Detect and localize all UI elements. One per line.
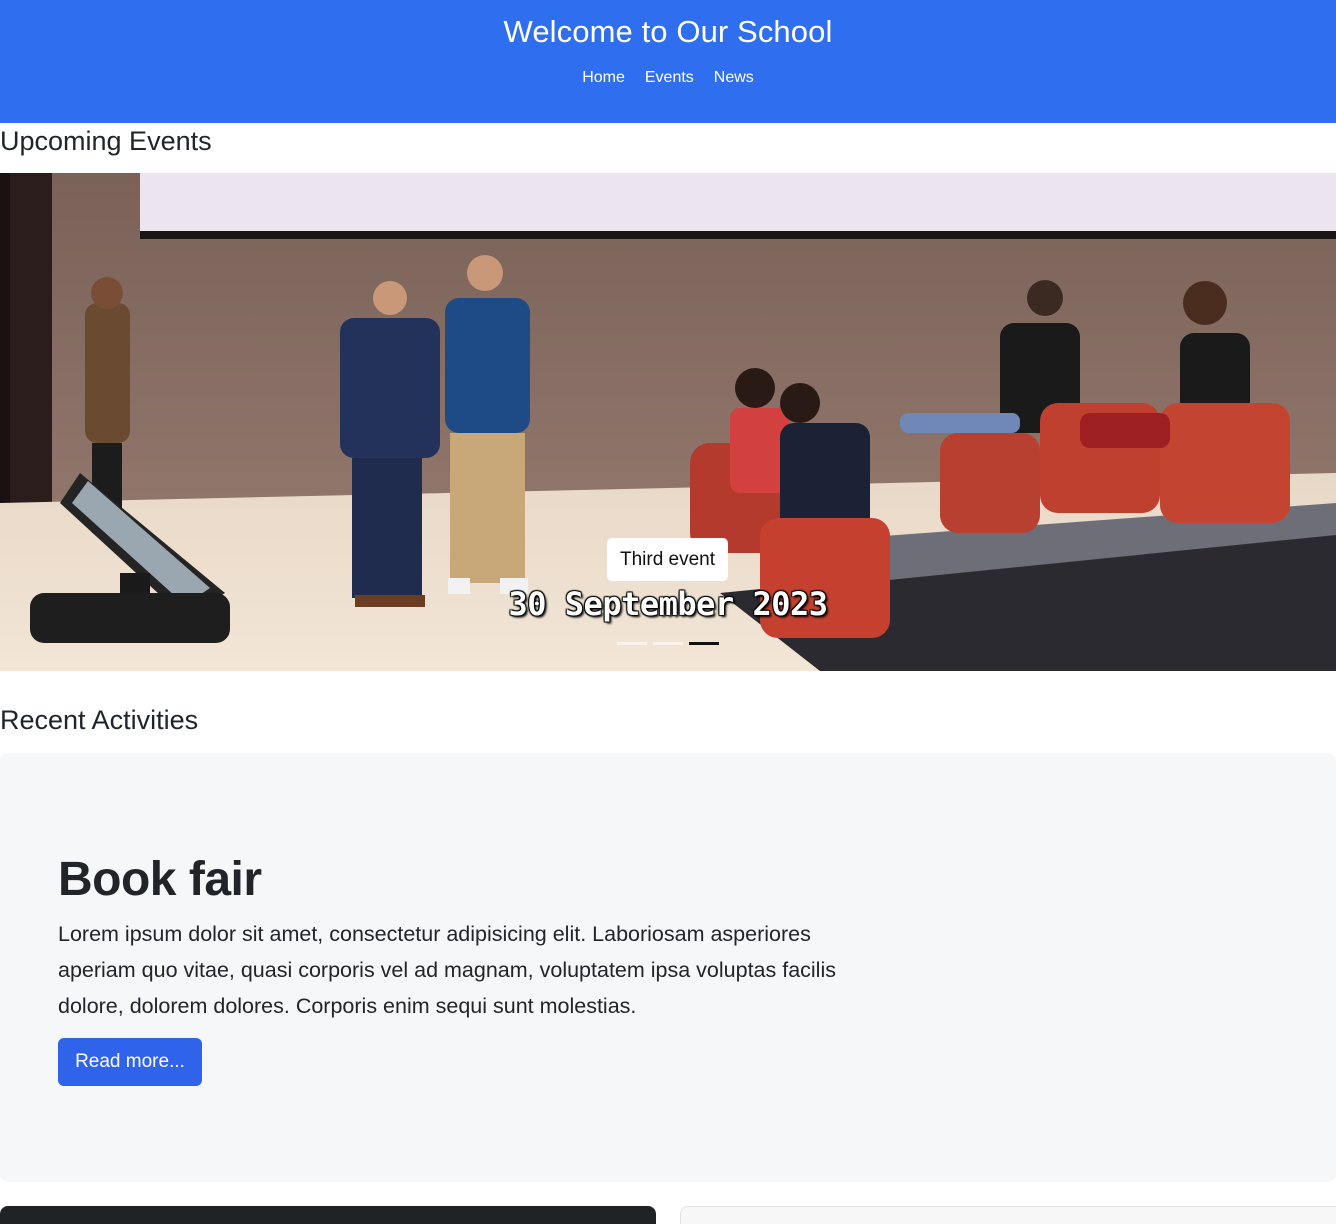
nav-link-events[interactable]: Events bbox=[645, 69, 694, 87]
caption-date: 30 September 2023 bbox=[508, 585, 828, 623]
caption-title: Third event bbox=[607, 538, 728, 581]
events-carousel[interactable]: Third event 30 September 2023 bbox=[0, 173, 1336, 671]
nav-link-home[interactable]: Home bbox=[582, 69, 625, 87]
nav-link-news[interactable]: News bbox=[714, 69, 754, 87]
activity-card-light bbox=[680, 1206, 1336, 1224]
read-more-button[interactable]: Read more... bbox=[58, 1038, 202, 1086]
carousel-indicator-1[interactable] bbox=[617, 642, 647, 645]
carousel-indicator-2[interactable] bbox=[653, 642, 683, 645]
main-nav: Home Events News bbox=[0, 69, 1336, 87]
site-header: Welcome to Our School Home Events News bbox=[0, 0, 1336, 123]
carousel-indicators bbox=[617, 642, 719, 645]
recent-activities-heading: Recent Activities bbox=[0, 705, 199, 735]
feature-title: Book fair bbox=[58, 853, 262, 906]
carousel-indicator-3[interactable] bbox=[689, 642, 719, 645]
feature-jumbotron: Book fair Lorem ipsum dolor sit amet, co… bbox=[0, 753, 1336, 1182]
feature-text: Lorem ipsum dolor sit amet, consectetur … bbox=[58, 922, 836, 1018]
upcoming-events-heading: Upcoming Events bbox=[0, 126, 212, 156]
site-title: Welcome to Our School bbox=[503, 14, 833, 49]
activity-card-dark bbox=[0, 1206, 656, 1224]
